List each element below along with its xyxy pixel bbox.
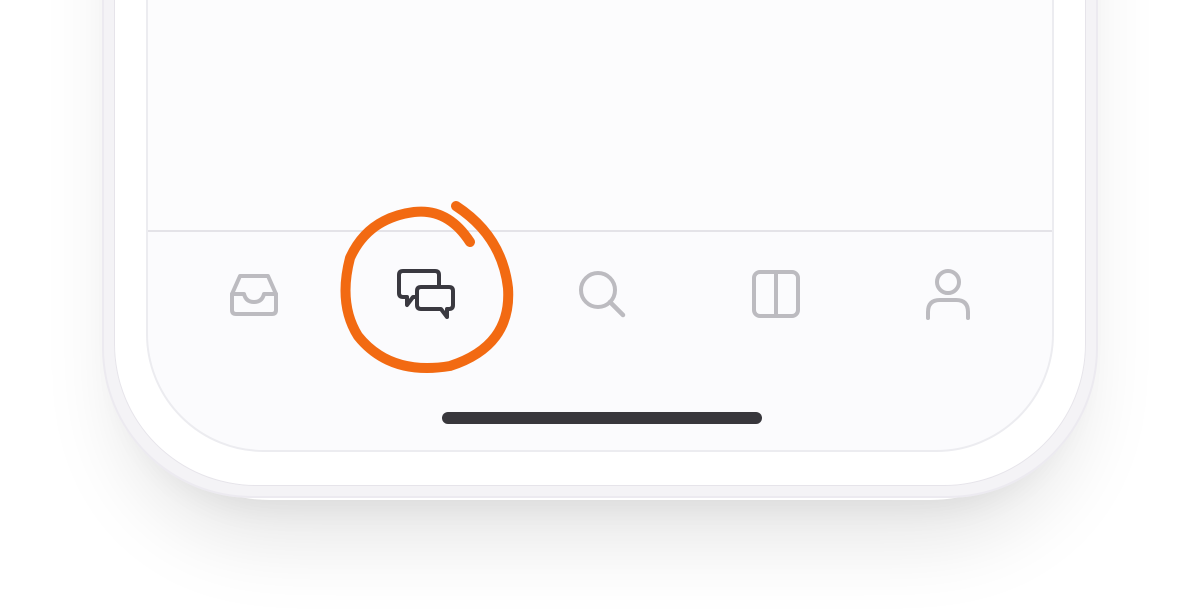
home-indicator[interactable]: [442, 412, 762, 424]
tab-inbox[interactable]: [222, 262, 286, 326]
tab-split-view[interactable]: [744, 262, 808, 326]
tab-chats[interactable]: [394, 262, 458, 326]
chat-bubbles-icon: [397, 269, 455, 319]
search-icon: [579, 271, 626, 318]
split-view-icon: [752, 270, 800, 318]
inbox-tray-icon: [230, 274, 278, 316]
tab-bar: [148, 232, 1052, 362]
tab-profile[interactable]: [916, 262, 980, 326]
phone-screen: [146, 0, 1054, 452]
content-area: [148, 0, 1052, 230]
phone-mockup: [0, 0, 1200, 612]
tab-search[interactable]: [570, 262, 634, 326]
person-icon: [926, 269, 970, 320]
